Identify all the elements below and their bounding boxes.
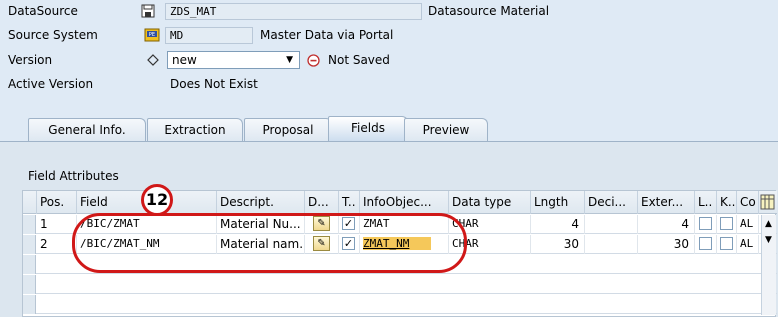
row-selector[interactable] xyxy=(23,215,36,234)
status-inactive-icon xyxy=(305,52,321,68)
datasource-label: DataSource xyxy=(8,4,78,18)
lowercase-checkbox[interactable] xyxy=(699,237,712,250)
key-checkbox[interactable] xyxy=(720,237,733,250)
col-t[interactable]: T.. xyxy=(339,191,360,214)
version-select[interactable]: new ▼ xyxy=(167,51,300,69)
grid-header: Pos. Field Descript. D... T.. InfoObjec.… xyxy=(23,191,777,214)
col-infoobject[interactable]: InfoObjec... xyxy=(360,191,449,214)
key-checkbox[interactable] xyxy=(720,217,733,230)
save-icon xyxy=(140,3,156,19)
datasource-field[interactable]: ZDS_MAT xyxy=(165,3,422,20)
datasource-row: DataSource ZDS_MAT Datasource Material xyxy=(0,0,778,22)
tab-preview[interactable]: Preview xyxy=(404,118,488,142)
col-external[interactable]: Exter... xyxy=(638,191,695,214)
row-selector-header[interactable] xyxy=(23,191,37,214)
cell-l xyxy=(695,215,717,234)
active-version-row: Active Version Does Not Exist xyxy=(0,73,778,95)
tab-preview-label: Preview xyxy=(422,123,470,137)
version-status: Not Saved xyxy=(328,53,390,67)
row-selector[interactable] xyxy=(23,255,36,274)
col-description[interactable]: Descript. xyxy=(217,191,305,214)
vertical-scrollbar[interactable]: ▲ ▼ xyxy=(761,215,776,315)
svg-text:PE: PE xyxy=(149,32,155,38)
tab-fields-label: Fields xyxy=(351,121,385,135)
datasource-description: Datasource Material xyxy=(428,4,550,18)
lowercase-checkbox[interactable] xyxy=(699,217,712,230)
diamond-icon xyxy=(145,52,161,68)
tab-general-info-label: General Info. xyxy=(48,123,126,137)
cell-decimals[interactable] xyxy=(585,215,638,234)
source-system-description: Master Data via Portal xyxy=(260,28,394,42)
cell-k xyxy=(717,215,737,234)
cell-k xyxy=(717,235,737,254)
version-row: Version new ▼ Not Saved xyxy=(0,49,778,71)
chevron-down-icon: ▼ xyxy=(286,55,293,65)
col-data-type[interactable]: Data type xyxy=(449,191,531,214)
source-system-field[interactable]: MD xyxy=(165,27,253,44)
tab-fields[interactable]: Fields xyxy=(328,116,408,142)
source-system-label: Source System xyxy=(8,28,98,42)
cell-l xyxy=(695,235,717,254)
row-selector[interactable] xyxy=(23,235,36,254)
col-l[interactable]: L.. xyxy=(695,191,717,214)
column-settings-icon[interactable] xyxy=(759,192,776,212)
source-system-row: Source System PE MD Master Data via Port… xyxy=(0,24,778,46)
tab-extraction[interactable]: Extraction xyxy=(147,118,243,142)
cell-decimals[interactable] xyxy=(585,235,638,254)
cell-pos: 2 xyxy=(37,235,77,254)
table-row[interactable] xyxy=(23,295,777,314)
active-version-value: Does Not Exist xyxy=(170,77,258,91)
cell-pos: 1 xyxy=(37,215,77,234)
cell-co[interactable]: AL xyxy=(737,215,759,234)
col-d[interactable]: D... xyxy=(305,191,339,214)
tab-extraction-label: Extraction xyxy=(164,123,226,137)
version-select-value: new xyxy=(172,53,197,67)
col-pos[interactable]: Pos. xyxy=(37,191,77,214)
tab-proposal[interactable]: Proposal xyxy=(244,118,332,142)
source-system-icon: PE xyxy=(144,27,160,43)
tab-proposal-label: Proposal xyxy=(262,123,314,137)
cell-external[interactable]: 4 xyxy=(638,215,695,234)
callout-number: 12 xyxy=(141,184,173,216)
col-k[interactable]: K.. xyxy=(717,191,737,214)
scroll-down-icon[interactable]: ▼ xyxy=(765,235,772,245)
row-selector[interactable] xyxy=(23,275,36,294)
col-length[interactable]: Lngth xyxy=(531,191,585,214)
active-version-label: Active Version xyxy=(8,77,94,91)
table-row[interactable] xyxy=(23,275,777,294)
callout-highlight xyxy=(72,213,467,273)
scroll-up-icon[interactable]: ▲ xyxy=(765,219,772,229)
tab-strip: General Info. Extraction Proposal Fields… xyxy=(0,116,778,142)
row-selector[interactable] xyxy=(23,295,36,314)
col-decimals[interactable]: Deci... xyxy=(585,191,638,214)
field-attributes-title: Field Attributes xyxy=(28,169,119,183)
cell-length[interactable]: 30 xyxy=(531,235,585,254)
cell-external[interactable]: 30 xyxy=(638,235,695,254)
tab-general-info[interactable]: General Info. xyxy=(28,118,146,142)
version-label: Version xyxy=(8,53,53,67)
col-co[interactable]: Co xyxy=(737,191,759,214)
cell-length[interactable]: 4 xyxy=(531,215,585,234)
datasource-header: DataSource ZDS_MAT Datasource Material S… xyxy=(0,0,778,115)
cell-co[interactable]: AL xyxy=(737,235,759,254)
